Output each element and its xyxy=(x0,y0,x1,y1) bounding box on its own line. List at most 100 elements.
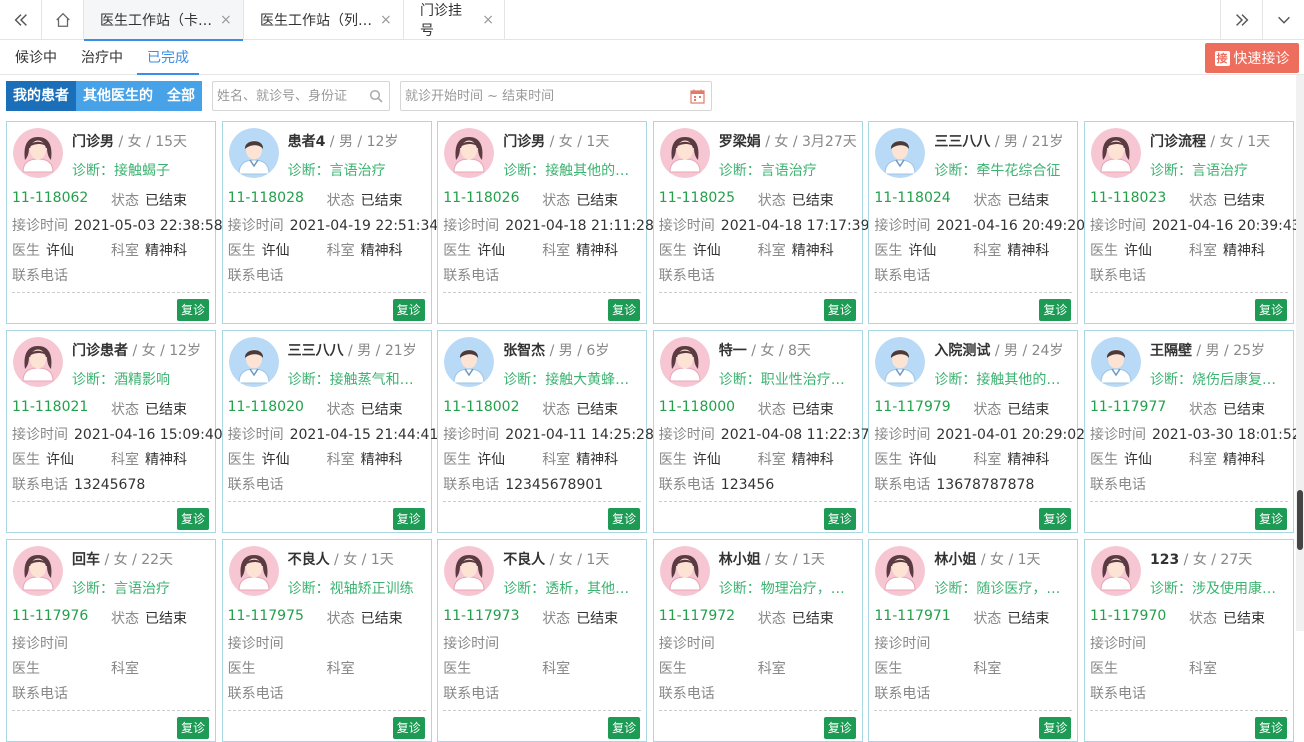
patient-card[interactable]: 王隔壁 / 男 / 25岁 诊断：烧伤后康复… 11-117977 状态 已结束 接诊时间… xyxy=(1083,330,1301,533)
doctor-field: 医生 xyxy=(443,658,477,678)
revisit-button[interactable]: 复诊 xyxy=(1254,299,1287,321)
revisit-button[interactable]: 复诊 xyxy=(608,299,641,321)
tab-workstation-list[interactable]: 医生工作站（列… × xyxy=(244,0,404,40)
diagnosis: 诊断：接触其他的… xyxy=(934,369,1074,389)
status-value: 已结束 xyxy=(145,193,187,209)
status-field: 状态 已结束 xyxy=(111,399,187,419)
scope-all[interactable]: 全部 xyxy=(160,81,202,111)
accept-time-label: 接诊时间 xyxy=(874,427,931,443)
revisit-button[interactable]: 复诊 xyxy=(392,717,425,739)
scope-other-doctors[interactable]: 其他医生的 xyxy=(76,81,160,111)
patient-card[interactable]: 不良人 / 女 / 1天 诊断：视轴矫正训练 11-117975 状态 已结束 接诊时间医… xyxy=(221,539,432,742)
dept-field: 科室 xyxy=(542,658,576,678)
patient-card[interactable]: 林小姐 / 女 / 1天 诊断：随诊医疗，… 11-117971 状态 已结束 接诊时间医… xyxy=(868,539,1079,742)
quick-accept-button[interactable]: 接 快速接诊 xyxy=(1205,43,1299,73)
calendar-icon[interactable] xyxy=(690,89,705,104)
home-icon[interactable] xyxy=(42,0,84,40)
revisit-button[interactable]: 复诊 xyxy=(608,717,641,739)
doctor-field: 医生 许仙 xyxy=(874,240,936,260)
search-icon[interactable] xyxy=(369,89,383,103)
doctor-value: 许仙 xyxy=(261,243,290,259)
date-range-input[interactable] xyxy=(401,82,711,110)
diagnosis-value: 牵牛花综合征 xyxy=(976,163,1061,179)
scope-my-patients[interactable]: 我的患者 xyxy=(6,81,76,111)
diagnosis: 诊断：涉及使用康… xyxy=(1150,578,1290,598)
patient-card[interactable]: 张智杰 / 男 / 6岁 诊断：接触大黄蜂… 11-118002 状态 已结束 接诊时间 2… xyxy=(437,330,654,533)
subtab-treating[interactable]: 治疗中 xyxy=(71,41,133,75)
patient-card[interactable]: 三三八八 / 男 / 21岁 诊断：接触蒸气和… 11-118020 状态 已结束 接诊时… xyxy=(221,330,438,533)
patient-card[interactable]: 三三八八 / 男 / 21岁 诊断：牵牛花综合征 11-118024 状态 已结束 接诊时… xyxy=(868,121,1085,324)
close-icon[interactable]: × xyxy=(482,12,494,28)
revisit-button[interactable]: 复诊 xyxy=(608,508,641,530)
revisit-button[interactable]: 复诊 xyxy=(392,508,425,530)
doctor-label: 医生 xyxy=(12,661,40,677)
dept-label: 科室 xyxy=(1188,661,1217,677)
revisit-button[interactable]: 复诊 xyxy=(823,508,856,530)
chevron-down-icon[interactable] xyxy=(1262,0,1304,40)
accept-time-label: 接诊时间 xyxy=(443,427,500,443)
phone-label: 联系电话 xyxy=(658,477,715,493)
revisit-button[interactable]: 复诊 xyxy=(177,717,209,739)
subtab-completed[interactable]: 已完成 xyxy=(137,41,199,75)
patient-name: 特一 xyxy=(718,343,747,359)
scrollbar[interactable] xyxy=(1296,75,1304,631)
double-chevron-right-icon[interactable] xyxy=(1220,0,1262,40)
visit-number: 11-117977 xyxy=(1089,399,1167,415)
revisit-button[interactable]: 复诊 xyxy=(823,299,856,321)
card-divider xyxy=(12,501,210,502)
tab-spacer xyxy=(505,0,1220,39)
diagnosis-label: 诊断： xyxy=(72,581,114,597)
patient-header: 罗梁娟 / 女 / 3月27天 xyxy=(719,131,859,151)
doctor-field: 医生 许仙 xyxy=(659,240,721,260)
patient-card[interactable]: 门诊流程 / 女 / 1天 诊断：言语治疗 11-118023 状态 已结束 接诊时间 20… xyxy=(1083,121,1301,324)
patient-card[interactable]: 123 / 女 / 27天 诊断：涉及使用康… 11-117970 状态 已结束 接诊时间… xyxy=(1083,539,1294,742)
patient-name: 患者4 xyxy=(287,134,326,150)
status-label: 状态 xyxy=(542,611,571,627)
scrollbar-thumb[interactable] xyxy=(1297,490,1303,550)
revisit-button[interactable]: 复诊 xyxy=(1254,508,1287,530)
status-label: 状态 xyxy=(542,193,571,209)
dept-field: 科室 精神科 xyxy=(111,240,187,260)
revisit-button[interactable]: 复诊 xyxy=(392,299,425,321)
visit-number: 11-118000 xyxy=(658,399,736,415)
doctor-value: 许仙 xyxy=(46,243,74,259)
tab-registration[interactable]: 门诊挂号 × xyxy=(404,0,505,40)
revisit-button[interactable]: 复诊 xyxy=(177,508,209,530)
tab-workstation-card[interactable]: 医生工作站（卡… × xyxy=(84,0,244,41)
dept-field: 科室 精神科 xyxy=(542,240,618,260)
patient-card[interactable]: 门诊男 / 女 / 1天 诊断：接触其他的… 11-118026 状态 已结束 接诊时间 2… xyxy=(437,121,654,324)
diagnosis-value: 接触蒸气和… xyxy=(329,372,414,388)
dept-label: 科室 xyxy=(973,243,1002,259)
diagnosis-label: 诊断： xyxy=(72,372,114,388)
diagnosis-label: 诊断： xyxy=(718,581,761,597)
revisit-button[interactable]: 复诊 xyxy=(177,299,209,321)
accept-time-field: 接诊时间 2021-04-16 20:49:20 xyxy=(874,215,1085,235)
double-chevron-left-icon[interactable] xyxy=(0,0,42,40)
close-icon[interactable]: × xyxy=(380,12,392,28)
date-range-box xyxy=(400,81,712,111)
close-icon[interactable]: × xyxy=(220,12,232,28)
patient-gender-age: / 女 / 8天 xyxy=(746,343,811,359)
status-value: 已结束 xyxy=(576,611,619,627)
patient-card[interactable]: 特一 / 女 / 8天 诊断：职业性治疗… 11-118000 状态 已结束 接诊时间 20… xyxy=(652,330,869,533)
patient-header: 三三八八 / 男 / 21岁 xyxy=(288,340,428,360)
patient-card[interactable]: 门诊患者 / 女 / 12岁 诊断：酒精影响 11-118021 状态 已结束 接诊时间 2… xyxy=(6,330,223,533)
status-field: 状态 已结束 xyxy=(327,608,403,628)
search-input[interactable] xyxy=(213,82,389,110)
revisit-button[interactable]: 复诊 xyxy=(1039,299,1072,321)
dept-field: 科室 精神科 xyxy=(1189,449,1265,469)
revisit-button[interactable]: 复诊 xyxy=(1039,717,1072,739)
revisit-button[interactable]: 复诊 xyxy=(1039,508,1072,530)
patient-card[interactable]: 罗梁娟 / 女 / 3月27天 诊断：言语治疗 11-118025 状态 已结束 接诊时间… xyxy=(652,121,869,324)
patient-card[interactable]: 林小姐 / 女 / 1天 诊断：物理治疗，… 11-117972 状态 已结束 接诊时间医… xyxy=(652,539,863,742)
patient-card[interactable]: 患者4 / 男 / 12岁 诊断：言语治疗 11-118028 状态 已结束 接诊时间 20… xyxy=(221,121,438,324)
revisit-button[interactable]: 复诊 xyxy=(823,717,856,739)
patient-card[interactable]: 回车 / 女 / 22天 诊断：言语治疗 11-117976 状态 已结束 接诊时间 医生 科… xyxy=(6,539,216,742)
patient-card[interactable]: 门诊男 / 女 / 15天 诊断：接触蝎子 11-118062 状态 已结束 接诊时间 20… xyxy=(6,121,223,324)
subtab-waiting[interactable]: 候诊中 xyxy=(5,41,67,75)
revisit-button[interactable]: 复诊 xyxy=(1254,717,1287,739)
dept-value: 精神科 xyxy=(1222,243,1265,259)
female-avatar-icon xyxy=(875,546,926,596)
patient-card[interactable]: 入院测试 / 男 / 24岁 诊断：接触其他的… 11-117979 状态 已结束 接诊时… xyxy=(868,330,1085,533)
patient-card[interactable]: 不良人 / 女 / 1天 诊断：透析，其他… 11-117973 状态 已结束 接诊时间医… xyxy=(437,539,648,742)
